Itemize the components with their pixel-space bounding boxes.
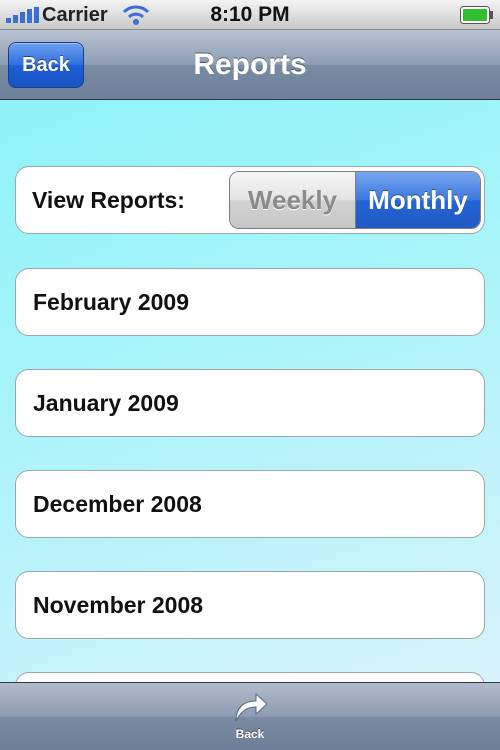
report-item-label: December 2008 [33,491,202,517]
report-item-february-2009[interactable]: February 2009 [15,268,485,336]
bottom-toolbar: Back [0,682,500,750]
report-item-january-2009[interactable]: January 2009 [15,369,485,437]
view-reports-label: View Reports: [32,187,185,213]
report-period-segmented-control: Weekly Monthly [229,171,481,229]
report-item-partial[interactable] [15,672,485,682]
segment-monthly[interactable]: Monthly [356,172,480,228]
report-item-november-2008[interactable]: November 2008 [15,571,485,639]
segment-weekly[interactable]: Weekly [230,172,356,228]
report-item-label: November 2008 [33,592,204,618]
back-curved-arrow-icon [235,692,268,722]
report-item-label: January 2009 [33,390,179,416]
battery-icon [460,6,493,24]
page-title: Reports [193,48,307,81]
toolbar-back-label: Back [235,727,265,741]
status-time: 8:10 PM [210,3,290,26]
report-item-december-2008[interactable]: December 2008 [15,470,485,538]
back-button[interactable]: Back [8,42,84,88]
navigation-bar: Back Reports [0,30,500,100]
reports-content[interactable]: View Reports: Weekly Monthly February 20… [0,100,500,682]
view-reports-row: View Reports: Weekly Monthly [15,166,485,234]
toolbar-back-button[interactable]: Back [220,687,280,745]
report-item-label: February 2009 [33,289,189,315]
status-bar: Carrier 8:10 PM [0,0,500,30]
